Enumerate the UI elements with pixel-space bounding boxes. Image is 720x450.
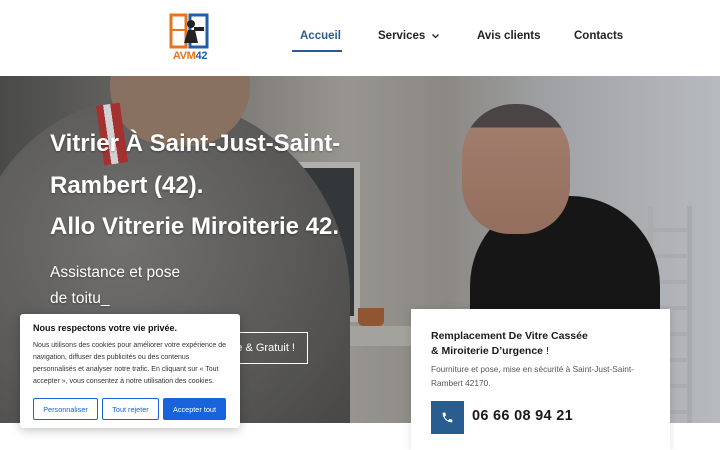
card-title-line2-bold: & Miroiterie D’urgence bbox=[431, 345, 544, 357]
cookie-banner: Nous respectons votre vie privée. Nous u… bbox=[20, 314, 240, 428]
nav-avis-clients[interactable]: Avis clients bbox=[477, 30, 541, 42]
hero-title-line2: Rambert (42). bbox=[50, 172, 204, 199]
phone-row[interactable]: 06 66 08 94 21 bbox=[431, 401, 651, 434]
nav-contacts[interactable]: Contacts bbox=[574, 30, 623, 42]
hero-title-line3: Allo Vitrerie Miroiterie 42. bbox=[50, 213, 339, 240]
nav-accueil[interactable]: Accueil bbox=[300, 30, 341, 42]
nav-services[interactable]: Services bbox=[378, 30, 440, 42]
cookie-accept-button[interactable]: Accepter tout bbox=[163, 398, 226, 420]
cookie-buttons: Personnaliser Tout rejeter Accepter tout bbox=[33, 398, 233, 420]
hero-title-line1: Vitrier À Saint-Just-Saint- bbox=[50, 130, 341, 157]
card-title-line1: Remplacement De Vitre Cassée bbox=[431, 330, 588, 342]
emergency-card: Remplacement De Vitre Cassée & Miroiteri… bbox=[411, 309, 670, 450]
card-title-line2-suffix: ! bbox=[543, 345, 549, 357]
phone-number[interactable]: 06 66 08 94 21 bbox=[472, 408, 573, 424]
nav-active-underline bbox=[292, 50, 342, 52]
nav-services-label: Services bbox=[378, 30, 426, 42]
card-title-line2: & Miroiterie D’urgence ! bbox=[431, 344, 650, 359]
cookie-customize-button[interactable]: Personnaliser bbox=[33, 398, 98, 420]
cookie-text: Nous utilisons des cookies pour améliore… bbox=[33, 342, 226, 385]
cookie-reject-button[interactable]: Tout rejeter bbox=[102, 398, 159, 420]
cookie-title: Nous respectons votre vie privée. bbox=[33, 323, 178, 333]
hero-subtitle-line2: de toitu_ bbox=[50, 290, 110, 307]
main-nav: Accueil Services Avis clients Contacts bbox=[0, 30, 720, 54]
card-description: Fourniture et pose, mise en sécurité à S… bbox=[431, 364, 634, 388]
phone-icon[interactable] bbox=[431, 401, 464, 434]
site-header: AVM42 Accueil Services Avis clients Cont… bbox=[0, 0, 720, 76]
hero-subtitle-line1: Assistance et pose bbox=[50, 264, 181, 281]
phone-glyph bbox=[442, 412, 453, 423]
chevron-down-icon bbox=[431, 34, 439, 39]
